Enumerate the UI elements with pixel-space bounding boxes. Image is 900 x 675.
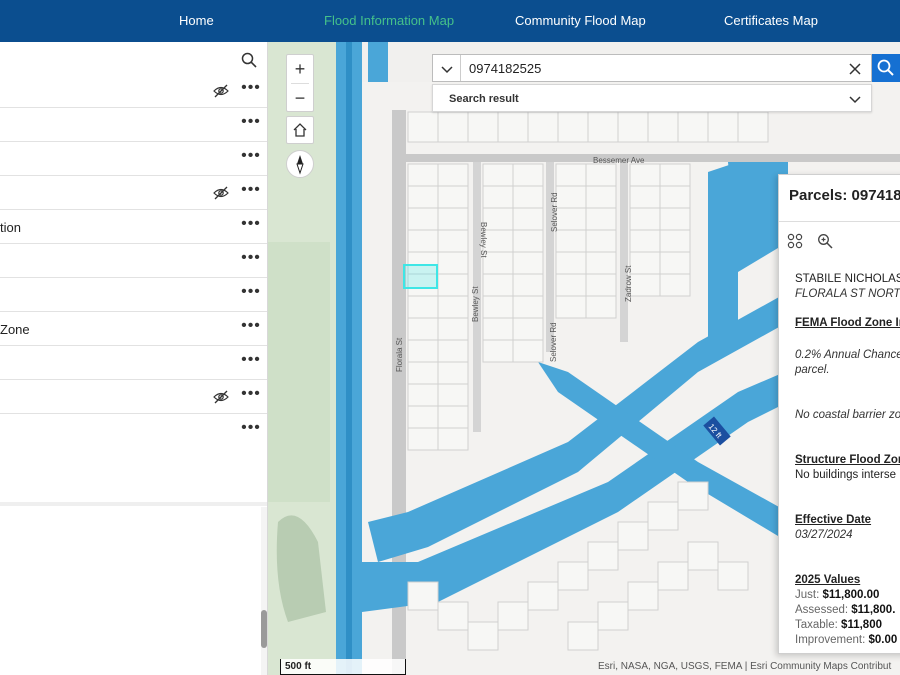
more-options-icon[interactable]: •••	[241, 80, 261, 100]
more-options-icon[interactable]: •••	[241, 284, 261, 304]
search-bar: 0974182525	[432, 54, 872, 82]
zoom-in-button[interactable]: +	[287, 55, 313, 83]
assessed-value-row: Assessed: $11,800.	[795, 604, 895, 616]
nav-flood-information-map[interactable]: Flood Information Map	[324, 0, 454, 42]
zoom-to-icon[interactable]	[817, 233, 833, 249]
scale-label: 500 ft	[285, 661, 312, 672]
improvement-label: Improvement:	[795, 634, 866, 646]
visibility-off-icon[interactable]	[213, 186, 229, 200]
just-value: $11,800.00	[822, 589, 880, 601]
popup-divider	[779, 221, 900, 222]
more-options-icon[interactable]: •••	[241, 148, 261, 168]
improvement-value-row: Improvement: $0.00	[795, 634, 897, 646]
search-icon[interactable]	[241, 52, 257, 68]
layer-row[interactable]: •••	[0, 278, 267, 312]
scrollbar-thumb[interactable]	[261, 610, 267, 648]
structure-heading: Structure Flood Zone	[795, 454, 900, 466]
street-label: Bessemer Ave	[593, 156, 645, 165]
layer-row[interactable]: tion •••	[0, 210, 267, 244]
home-icon	[293, 123, 307, 137]
street-label: Bewley St	[479, 222, 488, 258]
layer-label: Zone	[0, 322, 30, 337]
search-icon	[877, 59, 894, 76]
assessed-value: $11,800.	[851, 604, 896, 616]
layer-row[interactable]: •••	[0, 74, 267, 108]
assessed-label: Assessed:	[795, 604, 849, 616]
street-label: Florala St	[395, 337, 404, 372]
layer-row[interactable]: Zone •••	[0, 312, 267, 346]
fema-line: 0.2% Annual Chance	[795, 349, 900, 361]
layer-row[interactable]: •••	[0, 380, 267, 414]
search-button[interactable]	[872, 54, 900, 82]
parcel-popup: Parcels: 097418 STABILE NICHOLAS FLORALA…	[778, 174, 900, 654]
compass-icon	[296, 155, 304, 175]
owner-name: STABILE NICHOLAS	[795, 273, 900, 285]
taxable-value: $11,800	[841, 619, 882, 631]
map-view[interactable]: Bessemer Ave Selover Rd Zadrow St Floral…	[268, 42, 900, 675]
layer-row[interactable]: •••	[0, 244, 267, 278]
nav-community-flood-map[interactable]: Community Flood Map	[515, 0, 646, 42]
more-options-icon[interactable]: •••	[241, 216, 261, 236]
parcel-address: FLORALA ST NORTH	[795, 288, 900, 300]
layer-row[interactable]: •••	[0, 142, 267, 176]
scale-bar: 500 ft	[280, 659, 406, 675]
visibility-off-icon[interactable]	[213, 390, 229, 404]
grid-icon[interactable]	[787, 233, 803, 249]
panel-scrollbar[interactable]	[261, 507, 267, 675]
panel-divider	[0, 502, 267, 506]
search-input[interactable]: 0974182525	[469, 61, 541, 76]
top-navigation-bar: Home Flood Information Map Community Flo…	[0, 0, 900, 42]
zoom-out-button[interactable]: −	[287, 84, 313, 112]
home-button[interactable]	[286, 116, 314, 144]
compass-button[interactable]	[286, 150, 314, 178]
street-label: Selover Rd	[549, 322, 558, 362]
effective-date-heading: Effective Date	[795, 514, 872, 526]
more-options-icon[interactable]: •••	[241, 318, 261, 338]
coastal-barrier-text: No coastal barrier zo	[795, 409, 900, 421]
street-label: Bewley St	[471, 286, 480, 322]
nav-home[interactable]: Home	[179, 0, 214, 42]
chevron-down-icon[interactable]	[847, 91, 863, 107]
taxable-value-row: Taxable: $11,800	[795, 619, 882, 631]
zoom-controls: + −	[286, 54, 314, 112]
effective-date-value: 03/27/2024	[795, 529, 853, 541]
improvement-value: $0.00	[868, 634, 898, 646]
search-result-label: Search result	[449, 93, 519, 105]
more-options-icon[interactable]: •••	[241, 182, 261, 202]
more-options-icon[interactable]: •••	[241, 386, 261, 406]
layer-list-panel: ••• ••• ••• ••• tion ••• ••• ••• Zone ••…	[0, 42, 268, 675]
more-options-icon[interactable]: •••	[241, 420, 261, 440]
structure-value: No buildings interse	[795, 469, 897, 481]
fema-heading: FEMA Flood Zone In	[795, 317, 900, 329]
layer-row[interactable]: •••	[0, 176, 267, 210]
more-options-icon[interactable]: •••	[241, 250, 261, 270]
nav-certificates-map[interactable]: Certificates Map	[724, 0, 818, 42]
search-divider	[460, 55, 461, 81]
street-label: Zadrow St	[624, 265, 633, 302]
values-heading: 2025 Values	[795, 574, 861, 586]
fema-line: parcel.	[795, 364, 830, 376]
popup-title: Parcels: 097418	[789, 187, 900, 204]
more-options-icon[interactable]: •••	[241, 352, 261, 372]
street-label: Selover Rd	[550, 192, 559, 232]
taxable-label: Taxable:	[795, 619, 838, 631]
map-attribution: Esri, NASA, NGA, USGS, FEMA | Esri Commu…	[598, 661, 892, 672]
close-icon[interactable]	[847, 61, 863, 77]
layer-label: tion	[0, 220, 21, 235]
chevron-down-icon[interactable]	[439, 61, 455, 77]
layer-row[interactable]: •••	[0, 414, 267, 448]
just-label: Just:	[795, 589, 820, 601]
search-result-header[interactable]: Search result	[432, 84, 872, 112]
layer-row[interactable]: •••	[0, 346, 267, 380]
visibility-off-icon[interactable]	[213, 84, 229, 98]
layer-row[interactable]: •••	[0, 108, 267, 142]
just-value-row: Just: $11,800.00	[795, 589, 879, 601]
more-options-icon[interactable]: •••	[241, 114, 261, 134]
